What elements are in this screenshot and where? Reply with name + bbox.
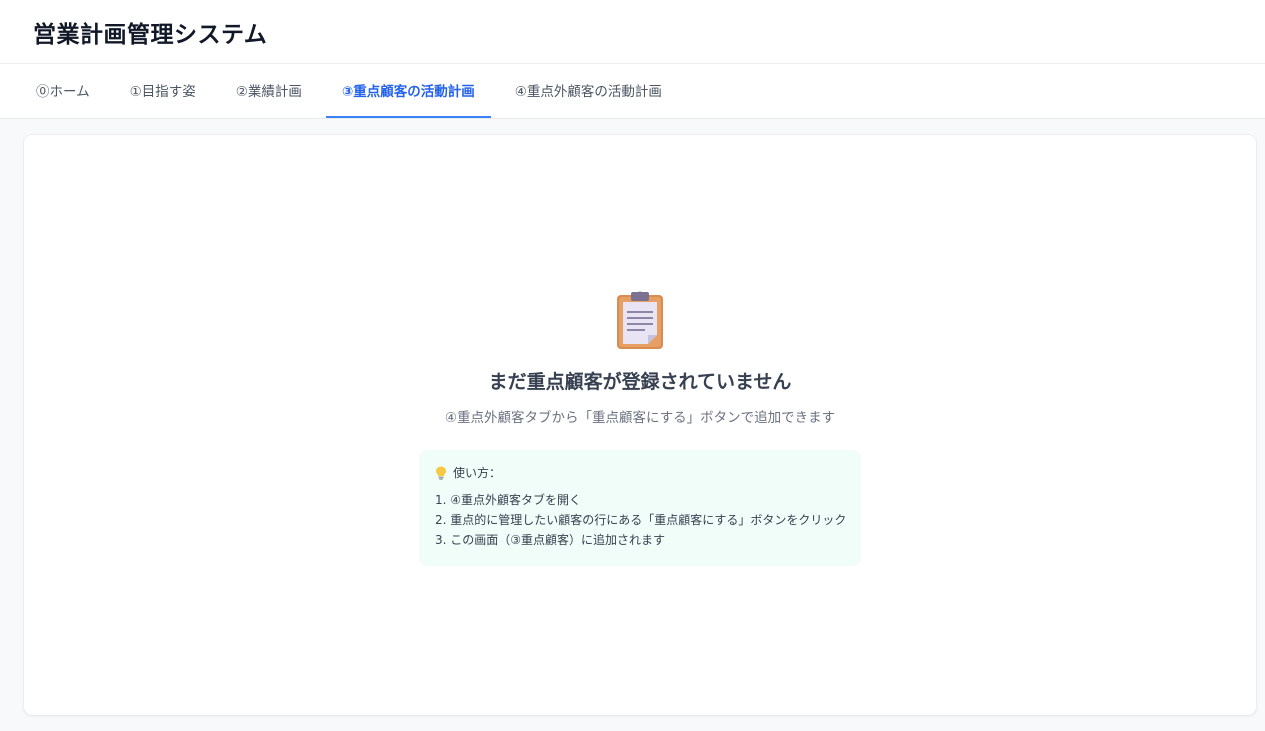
howto-box: 使い方： 1. ④重点外顧客タブを開く 2. 重点的に管理したい顧客の行にある「…: [419, 450, 861, 566]
tab-non-key-customer-plan[interactable]: ④重点外顧客の活動計画: [499, 64, 678, 118]
tab-bar: ⓪ホーム ①目指す姿 ②業績計画 ③重点顧客の活動計画 ④重点外顧客の活動計画: [0, 64, 1265, 119]
app-header: 営業計画管理システム: [0, 0, 1265, 64]
app-title: 営業計画管理システム: [33, 21, 268, 48]
clipboard-icon: [617, 291, 663, 349]
empty-state-subtitle: ④重点外顧客タブから「重点顧客にする」ボタンで追加できます: [444, 410, 836, 426]
tab-vision[interactable]: ①目指す姿: [114, 64, 212, 118]
howto-heading: 使い方：: [435, 464, 845, 481]
howto-heading-text: 使い方：: [453, 466, 502, 480]
howto-step: 3. この画面（③重点顧客）に追加されます: [435, 533, 666, 547]
lightbulb-icon: [436, 466, 446, 480]
empty-state-title: まだ重点顧客が登録されていません: [488, 371, 792, 393]
empty-state: まだ重点顧客が登録されていません ④重点外顧客タブから「重点顧客にする」ボタンで…: [24, 290, 1256, 566]
howto-step: 1. ④重点外顧客タブを開く: [435, 493, 582, 507]
tab-performance-plan[interactable]: ②業績計画: [220, 64, 318, 118]
tab-key-customer-plan[interactable]: ③重点顧客の活動計画: [325, 64, 491, 118]
tab-home[interactable]: ⓪ホーム: [20, 64, 106, 118]
howto-step: 2. 重点的に管理したい顧客の行にある「重点顧客にする」ボタンをクリック: [435, 513, 847, 527]
main-panel: まだ重点顧客が登録されていません ④重点外顧客タブから「重点顧客にする」ボタンで…: [24, 135, 1256, 715]
